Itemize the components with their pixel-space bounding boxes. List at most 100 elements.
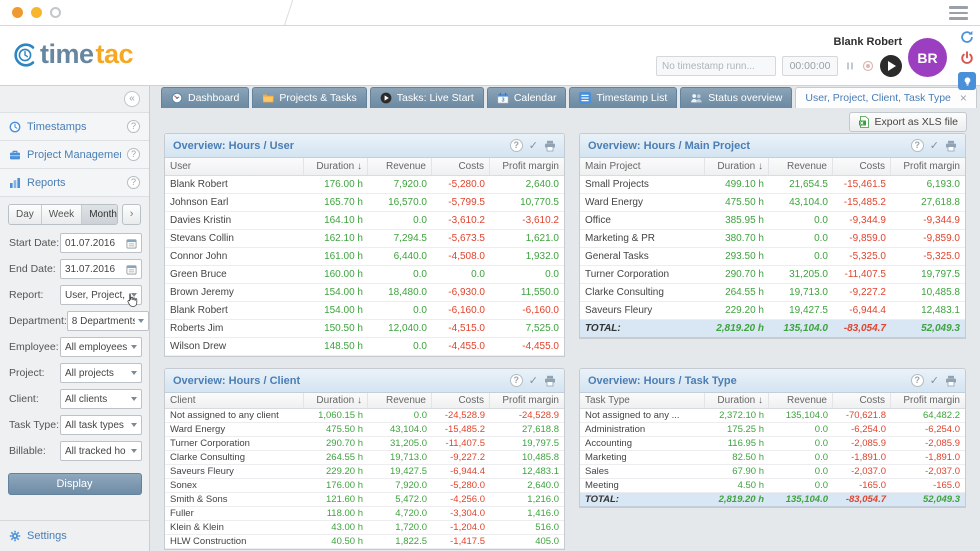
tab-calendar[interactable]: 3Calendar <box>487 87 567 108</box>
menu-icon[interactable] <box>949 6 968 20</box>
column-header-revenue[interactable]: Revenue <box>368 393 432 408</box>
column-header-duration[interactable]: Duration ↓ <box>304 393 368 408</box>
help-icon[interactable]: ? <box>510 374 523 387</box>
sidebar-item-settings[interactable]: Settings <box>0 520 149 551</box>
total-row[interactable]: TOTAL:2,819.20 h135,104.0-83,054.752,049… <box>580 320 965 338</box>
table-row[interactable]: Saveurs Fleury229.20 h19,427.5-6,944.412… <box>165 465 564 479</box>
table-row[interactable]: Clarke Consulting264.55 h19,713.0-9,227.… <box>165 451 564 465</box>
client-select[interactable]: All clients <box>60 389 142 409</box>
end-date-input[interactable]: 31.07.2016 <box>60 259 142 279</box>
table-row[interactable]: Not assigned to any ...2,372.10 h135,104… <box>580 409 965 423</box>
column-header-costs[interactable]: Costs <box>432 393 490 408</box>
column-header-profit-margin[interactable]: Profit margin <box>891 393 965 408</box>
timetac-logo[interactable]: timetac <box>12 39 133 70</box>
start-timer-button[interactable] <box>880 55 902 77</box>
help-icon[interactable]: ? <box>911 374 924 387</box>
table-row[interactable]: Marketing82.50 h0.0-1,891.0-1,891.0 <box>580 451 965 465</box>
column-header-revenue[interactable]: Revenue <box>769 393 833 408</box>
project-select[interactable]: All projects <box>60 363 142 383</box>
table-row[interactable]: Sonex176.00 h7,920.0-5,280.02,640.0 <box>165 479 564 493</box>
table-row[interactable]: Connor John161.00 h6,440.0-4,508.01,932.… <box>165 248 564 266</box>
table-row[interactable]: Fuller118.00 h4,720.0-3,304.01,416.0 <box>165 507 564 521</box>
column-header-costs[interactable]: Costs <box>432 158 490 175</box>
table-row[interactable]: Marketing & PR380.70 h0.0-9,859.0-9,859.… <box>580 230 965 248</box>
column-header-duration[interactable]: Duration ↓ <box>705 158 769 175</box>
column-header-profit-margin[interactable]: Profit margin <box>490 393 564 408</box>
column-header-main-project[interactable]: Main Project <box>580 158 705 175</box>
help-icon[interactable]: ? <box>127 148 140 161</box>
next-period-button[interactable]: › <box>122 204 141 225</box>
table-row[interactable]: General Tasks293.50 h0.0-5,325.0-5,325.0 <box>580 248 965 266</box>
table-row[interactable]: Accounting116.95 h0.0-2,085.9-2,085.9 <box>580 437 965 451</box>
table-row[interactable]: Ward Energy475.50 h43,104.0-15,485.227,6… <box>165 423 564 437</box>
table-row[interactable]: Meeting4.50 h0.0-165.0-165.0 <box>580 479 965 493</box>
table-row[interactable]: Ward Energy475.50 h43,104.0-15,485.227,6… <box>580 194 965 212</box>
table-row[interactable]: Administration175.25 h0.0-6,254.0-6,254.… <box>580 423 965 437</box>
table-row[interactable]: Davies Kristin164.10 h0.0-3,610.2-3,610.… <box>165 212 564 230</box>
tab-projects-tasks[interactable]: Projects & Tasks <box>252 87 366 108</box>
collapse-sidebar-icon[interactable]: « <box>124 91 140 107</box>
tab-tasks-live-start[interactable]: Tasks: Live Start <box>370 87 484 108</box>
column-header-revenue[interactable]: Revenue <box>368 158 432 175</box>
help-icon[interactable]: ? <box>911 139 924 152</box>
help-icon[interactable]: ? <box>127 176 140 189</box>
table-row[interactable]: Brown Jeremy154.00 h18,480.0-6,930.011,5… <box>165 284 564 302</box>
sidebar-item-project-management[interactable]: Project Management? <box>0 140 149 168</box>
column-header-task-type[interactable]: Task Type <box>580 393 705 408</box>
refresh-icon[interactable] <box>960 30 974 44</box>
export-xls-button[interactable]: Export as XLS file <box>849 112 967 132</box>
column-header-costs[interactable]: Costs <box>833 158 891 175</box>
table-row[interactable]: Not assigned to any client1,060.15 h0.0-… <box>165 409 564 423</box>
tab-timestamp-list[interactable]: Timestamp List <box>569 87 677 108</box>
table-row[interactable]: Green Bruce160.00 h0.00.00.0 <box>165 266 564 284</box>
column-header-user[interactable]: User <box>165 158 304 175</box>
check-icon[interactable]: ✓ <box>930 139 939 152</box>
table-row[interactable]: Klein & Klein43.00 h1,720.0-1,204.0516.0 <box>165 521 564 535</box>
table-row[interactable]: Smith & Sons121.60 h5,472.0-4,256.01,216… <box>165 493 564 507</box>
tab-dashboard[interactable]: Dashboard <box>161 87 249 108</box>
lightbulb-icon[interactable] <box>958 72 976 90</box>
record-icon[interactable] <box>862 60 874 72</box>
column-header-profit-margin[interactable]: Profit margin <box>891 158 965 175</box>
sidebar-item-reports[interactable]: Reports? <box>0 168 149 196</box>
power-icon[interactable] <box>960 51 974 65</box>
window-button-close[interactable] <box>12 7 23 18</box>
sidebar-item-timestamps[interactable]: Timestamps? <box>0 112 149 140</box>
table-row[interactable]: Johnson Earl165.70 h16,570.0-5,799.510,7… <box>165 194 564 212</box>
table-row[interactable]: Wilson Drew148.50 h0.0-4,455.0-4,455.0 <box>165 338 564 356</box>
check-icon[interactable]: ✓ <box>529 139 538 152</box>
avatar[interactable]: BR <box>908 38 947 77</box>
table-row[interactable]: Saveurs Fleury229.20 h19,427.5-6,944.412… <box>580 302 965 320</box>
window-button-minimize[interactable] <box>31 7 42 18</box>
table-row[interactable]: Sales67.90 h0.0-2,037.0-2,037.0 <box>580 465 965 479</box>
timestamp-task-input[interactable] <box>656 56 776 76</box>
table-row[interactable]: Roberts Jim150.50 h12,040.0-4,515.07,525… <box>165 320 564 338</box>
table-row[interactable]: Blank Robert176.00 h7,920.0-5,280.02,640… <box>165 176 564 194</box>
table-row[interactable]: Stevans Collin162.10 h7,294.5-5,673.51,6… <box>165 230 564 248</box>
period-day[interactable]: Day <box>9 205 42 224</box>
display-button[interactable]: Display <box>8 473 142 495</box>
help-icon[interactable]: ? <box>127 120 140 133</box>
pause-icon[interactable] <box>844 60 856 72</box>
tab-status-overview[interactable]: Status overview <box>680 87 792 108</box>
department-select[interactable]: 8 Departments <box>67 311 149 331</box>
table-row[interactable]: Office385.95 h0.0-9,344.9-9,344.9 <box>580 212 965 230</box>
column-header-duration[interactable]: Duration ↓ <box>705 393 769 408</box>
check-icon[interactable]: ✓ <box>529 374 538 387</box>
tab-user-project-client-task-type[interactable]: User, Project, Client, Task Type× <box>795 87 977 108</box>
employee-select[interactable]: All employees <box>60 337 142 357</box>
column-header-costs[interactable]: Costs <box>833 393 891 408</box>
table-row[interactable]: Turner Corporation290.70 h31,205.0-11,40… <box>580 266 965 284</box>
table-row[interactable]: Turner Corporation290.70 h31,205.0-11,40… <box>165 437 564 451</box>
table-row[interactable]: HLW Construction40.50 h1,822.5-1,417.540… <box>165 535 564 549</box>
table-row[interactable]: Small Projects499.10 h21,654.5-15,461.56… <box>580 176 965 194</box>
window-button-maximize[interactable] <box>50 7 61 18</box>
close-icon[interactable]: × <box>960 93 967 103</box>
column-header-revenue[interactable]: Revenue <box>769 158 833 175</box>
total-row[interactable]: TOTAL:2,819.20 h135,104.0-83,054.752,049… <box>580 493 965 507</box>
billable-select[interactable]: All tracked ho <box>60 441 142 461</box>
period-week[interactable]: Week <box>42 205 82 224</box>
help-icon[interactable]: ? <box>510 139 523 152</box>
period-month[interactable]: Month <box>82 205 118 224</box>
column-header-duration[interactable]: Duration ↓ <box>304 158 368 175</box>
